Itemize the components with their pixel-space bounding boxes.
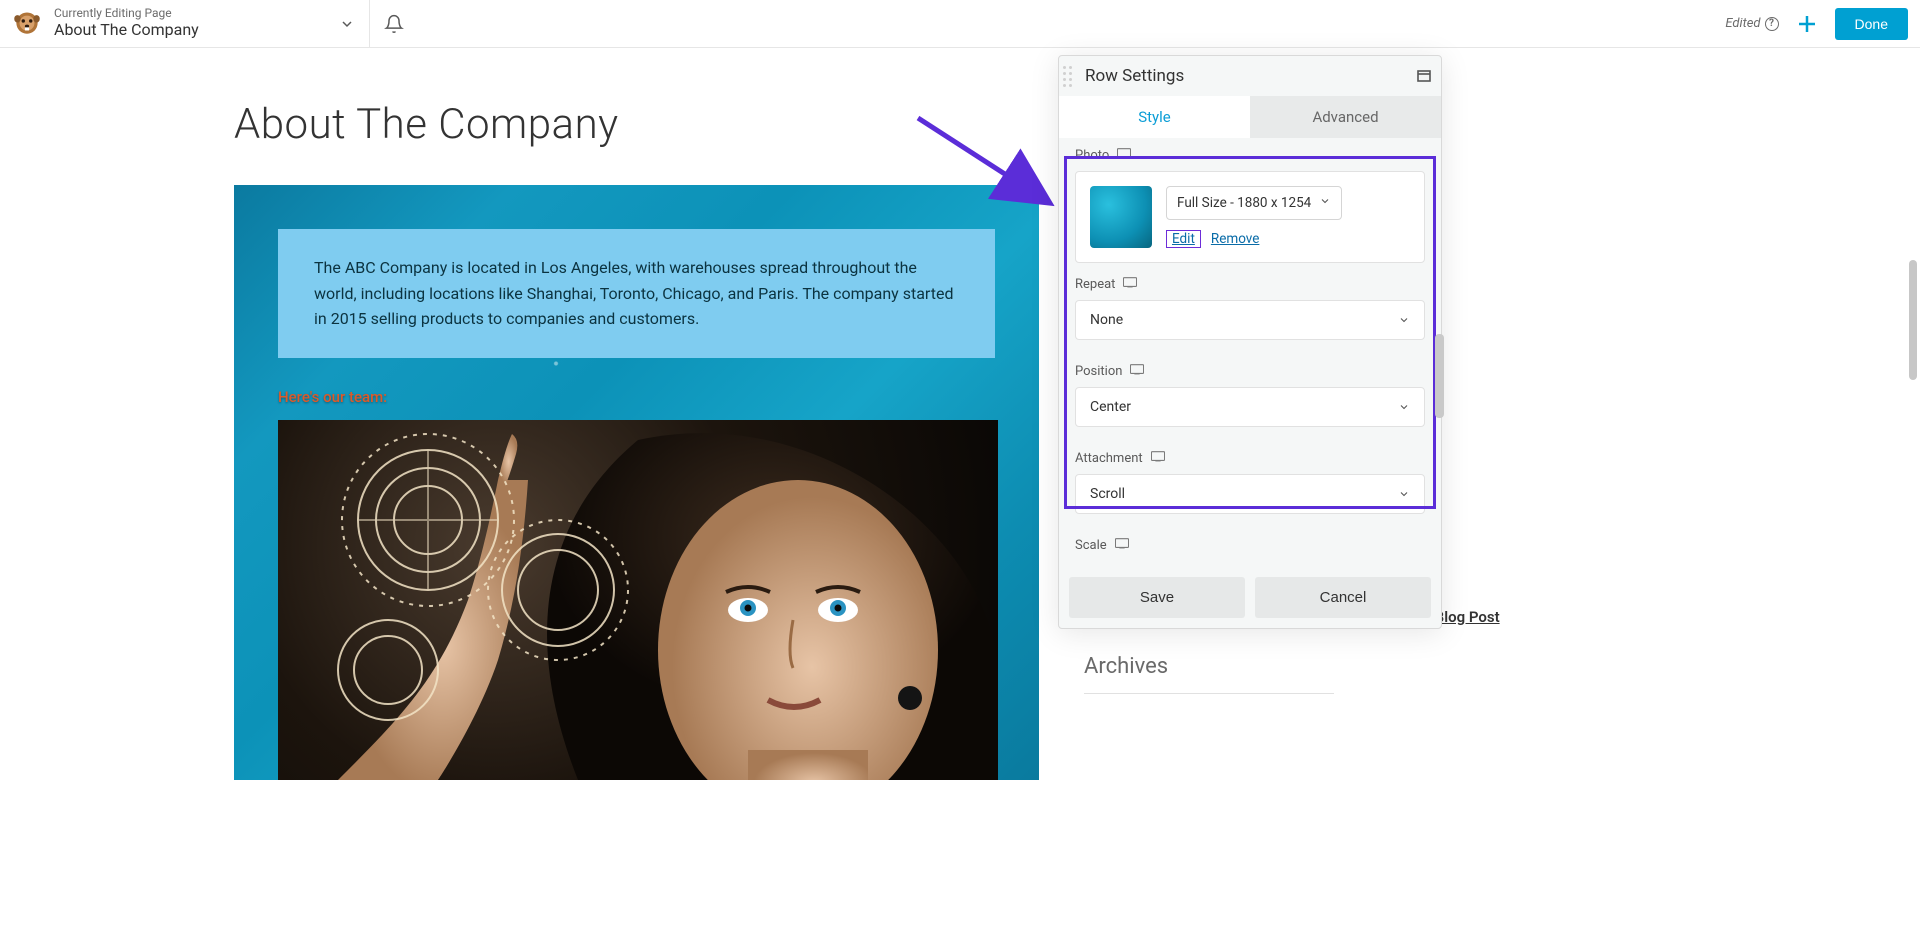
- done-button[interactable]: Done: [1835, 8, 1908, 40]
- panel-tabs: Style Advanced: [1059, 96, 1441, 138]
- panel-footer: Save Cancel: [1059, 567, 1441, 628]
- attachment-section: Attachment Scroll: [1059, 441, 1441, 528]
- cancel-button[interactable]: Cancel: [1255, 577, 1431, 618]
- repeat-value: None: [1090, 312, 1123, 328]
- panel-scrollbar-thumb[interactable]: [1435, 334, 1444, 418]
- scale-section: Scale: [1059, 528, 1441, 563]
- photo-size-select[interactable]: Full Size - 1880 x 1254: [1166, 186, 1342, 220]
- position-select[interactable]: Center: [1075, 387, 1425, 427]
- photo-size-value: Full Size - 1880 x 1254: [1177, 195, 1311, 211]
- position-value: Center: [1090, 399, 1131, 415]
- field-label-attachment: Attachment: [1075, 451, 1425, 466]
- drag-handle-icon[interactable]: [1063, 62, 1077, 90]
- topbar-left: Currently Editing Page About The Company: [10, 0, 355, 47]
- attachment-select[interactable]: Scroll: [1075, 474, 1425, 514]
- intro-text-box[interactable]: The ABC Company is located in Los Angele…: [278, 229, 995, 358]
- page-title: About The Company: [54, 21, 199, 39]
- add-content-button[interactable]: [1795, 12, 1819, 36]
- chevron-down-icon: [1398, 314, 1410, 326]
- position-label: Position: [1075, 364, 1122, 379]
- photo-card: Full Size - 1880 x 1254 Edit Remove: [1075, 171, 1425, 263]
- responsive-icon[interactable]: [1115, 538, 1129, 553]
- hero-row[interactable]: The ABC Company is located in Los Angele…: [234, 185, 1039, 780]
- photo-edit-link[interactable]: Edit: [1166, 230, 1201, 248]
- photo-remove-link[interactable]: Remove: [1211, 231, 1260, 247]
- team-figure-image[interactable]: [278, 420, 998, 780]
- topbar-divider: [369, 0, 370, 47]
- attachment-label: Attachment: [1075, 451, 1143, 466]
- save-button[interactable]: Save: [1069, 577, 1245, 618]
- notifications-bell-icon[interactable]: [384, 0, 404, 47]
- window-scrollbar-thumb[interactable]: [1909, 260, 1917, 380]
- help-icon[interactable]: ?: [1765, 17, 1779, 31]
- team-label[interactable]: Here's our team:: [278, 388, 995, 406]
- topbar-right: Edited ? Done: [1725, 0, 1908, 47]
- responsive-icon[interactable]: [1123, 277, 1137, 292]
- field-label-photo: Photo: [1075, 148, 1425, 163]
- field-label-position: Position: [1075, 364, 1425, 379]
- beaver-logo-icon: [10, 5, 44, 43]
- chevron-down-icon: [1398, 401, 1410, 413]
- photo-thumbnail[interactable]: [1090, 186, 1152, 248]
- responsive-icon[interactable]: [1130, 364, 1144, 379]
- chevron-down-icon: [1319, 195, 1331, 211]
- field-label-repeat: Repeat: [1075, 277, 1425, 292]
- repeat-section: Repeat None: [1059, 267, 1441, 354]
- edited-indicator[interactable]: Edited ?: [1725, 16, 1778, 31]
- tab-advanced[interactable]: Advanced: [1250, 96, 1441, 138]
- archives-heading: Archives: [1084, 654, 1334, 694]
- attachment-value: Scroll: [1090, 486, 1125, 502]
- chevron-down-icon: [1398, 488, 1410, 500]
- page-title-stack: Currently Editing Page About The Company: [54, 7, 199, 39]
- field-label-scale: Scale: [1075, 538, 1425, 553]
- edited-label: Edited: [1725, 16, 1760, 31]
- repeat-select[interactable]: None: [1075, 300, 1425, 340]
- editing-label: Currently Editing Page: [54, 7, 199, 21]
- photo-label: Photo: [1075, 148, 1109, 163]
- repeat-label: Repeat: [1075, 277, 1115, 292]
- scale-label: Scale: [1075, 538, 1107, 553]
- tab-style[interactable]: Style: [1059, 96, 1250, 138]
- panel-title: Row Settings: [1085, 66, 1417, 86]
- page-chevron-down-icon[interactable]: [339, 16, 355, 32]
- panel-header[interactable]: Row Settings: [1059, 56, 1441, 96]
- responsive-icon[interactable]: [1151, 451, 1165, 466]
- responsive-icon[interactable]: [1117, 148, 1131, 163]
- panel-body: Photo Full Size - 1880 x 1254 Edit: [1059, 138, 1441, 567]
- builder-topbar: Currently Editing Page About The Company…: [0, 0, 1920, 48]
- photo-section: Photo Full Size - 1880 x 1254 Edit: [1059, 138, 1441, 267]
- row-settings-panel: Row Settings Style Advanced Photo Full S…: [1058, 55, 1442, 629]
- position-section: Position Center: [1059, 354, 1441, 441]
- panel-maximize-icon[interactable]: [1417, 67, 1431, 86]
